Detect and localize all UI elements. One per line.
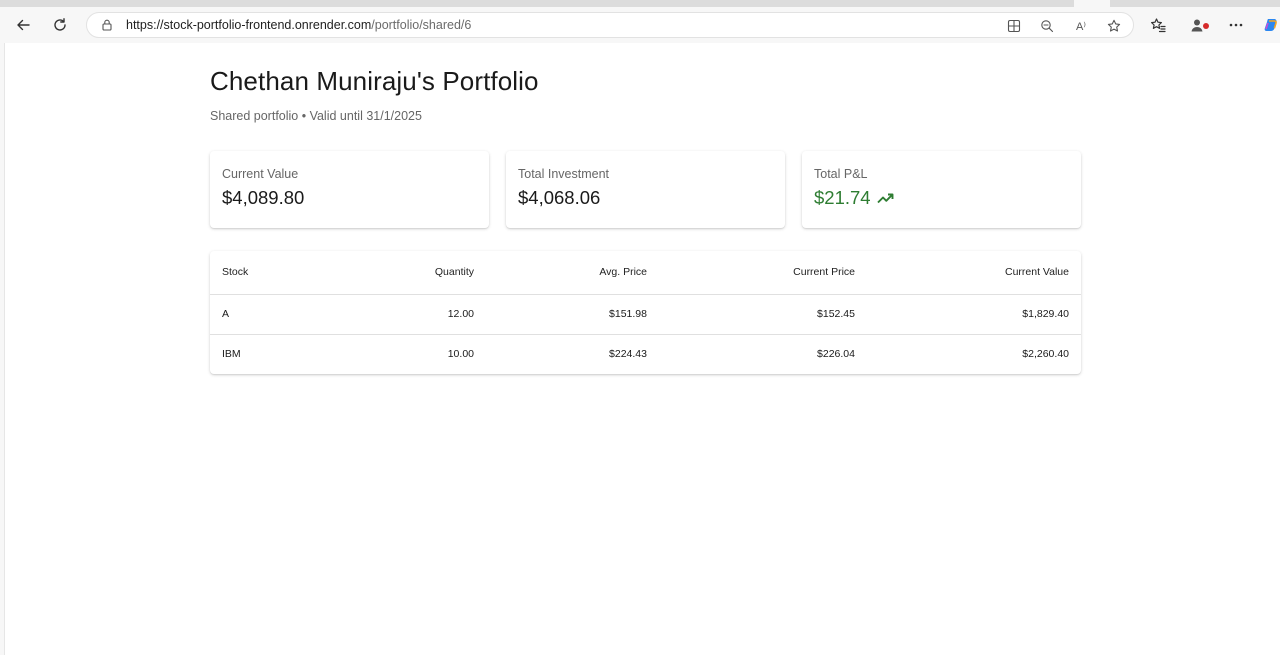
total-investment-amount: $4,068.06	[518, 187, 601, 208]
cell-current-value: $1,829.40	[867, 294, 1081, 335]
address-bar[interactable]: https://stock-portfolio-frontend.onrende…	[86, 12, 1134, 38]
total-investment-label: Total Investment	[518, 167, 610, 181]
cell-avg-price: $151.98	[486, 294, 659, 335]
column-header-current-price: Current Price	[659, 251, 867, 295]
current-value-card: Current Value $4,089.80	[210, 151, 489, 228]
browser-toolbar: https://stock-portfolio-frontend.onrende…	[0, 7, 1280, 43]
tab-strip	[0, 0, 1280, 7]
column-header-quantity: Quantity	[350, 251, 486, 295]
column-header-current-value: Current Value	[867, 251, 1081, 295]
table-header-row: Stock Quantity Avg. Price Current Price …	[210, 251, 1081, 295]
star-icon[interactable]	[1105, 17, 1123, 35]
total-pnl-label: Total P&L	[814, 167, 868, 181]
more-icon[interactable]	[1222, 11, 1250, 39]
cell-stock: A	[210, 294, 350, 335]
column-header-avg-price: Avg. Price	[486, 251, 659, 295]
cell-current-price: $152.45	[659, 294, 867, 335]
page-title: Chethan Muniraju's Portfolio	[210, 66, 539, 96]
current-value-label: Current Value	[222, 167, 299, 181]
holdings-table-card: Stock Quantity Avg. Price Current Price …	[210, 251, 1081, 374]
favorites-icon[interactable]	[1144, 11, 1172, 39]
cell-stock: IBM	[222, 348, 241, 361]
total-pnl-value: $21.74	[814, 187, 895, 209]
url-path: /portfolio/shared/6	[371, 18, 472, 32]
holdings-table: Stock Quantity Avg. Price Current Price …	[210, 251, 1081, 374]
active-tab-edge[interactable]	[1074, 0, 1110, 7]
cell-quantity: 10.00	[447, 348, 474, 361]
trending-up-icon	[876, 191, 895, 205]
lock-icon[interactable]	[100, 18, 114, 32]
app-available-icon[interactable]	[1005, 17, 1023, 35]
notification-dot	[1203, 23, 1209, 29]
copilot-icon[interactable]	[1257, 11, 1280, 39]
total-investment-card: Total Investment $4,068.06	[506, 151, 785, 228]
total-pnl-card: Total P&L $21.74	[802, 151, 1081, 228]
column-header-stock: Stock	[210, 251, 350, 295]
zoom-out-icon[interactable]	[1038, 17, 1056, 35]
back-arrow-icon[interactable]	[9, 11, 37, 39]
table-row: A 12.00 $151.98 $152.45 $1,829.40	[210, 294, 1081, 335]
table-row: IBM 10.00 $224.43 $226.04 $2,260.40	[210, 334, 1081, 374]
total-pnl-amount: $21.74	[814, 187, 871, 208]
cell-avg-price: $224.43	[609, 348, 647, 361]
url-text[interactable]: https://stock-portfolio-frontend.onrende…	[126, 18, 471, 32]
page-subtitle: Shared portfolio • Valid until 31/1/2025	[210, 109, 422, 123]
cell-current-value: $2,260.40	[1022, 348, 1069, 361]
current-value-amount: $4,089.80	[222, 187, 305, 208]
url-host: https://stock-portfolio-frontend.onrende…	[126, 18, 372, 32]
read-aloud-icon[interactable]: A⁾	[1072, 17, 1090, 35]
cell-current-price: $226.04	[817, 348, 855, 361]
page-viewport: Chethan Muniraju's Portfolio Shared port…	[4, 43, 1280, 655]
refresh-icon[interactable]	[46, 11, 74, 39]
cell-quantity: 12.00	[350, 294, 486, 335]
